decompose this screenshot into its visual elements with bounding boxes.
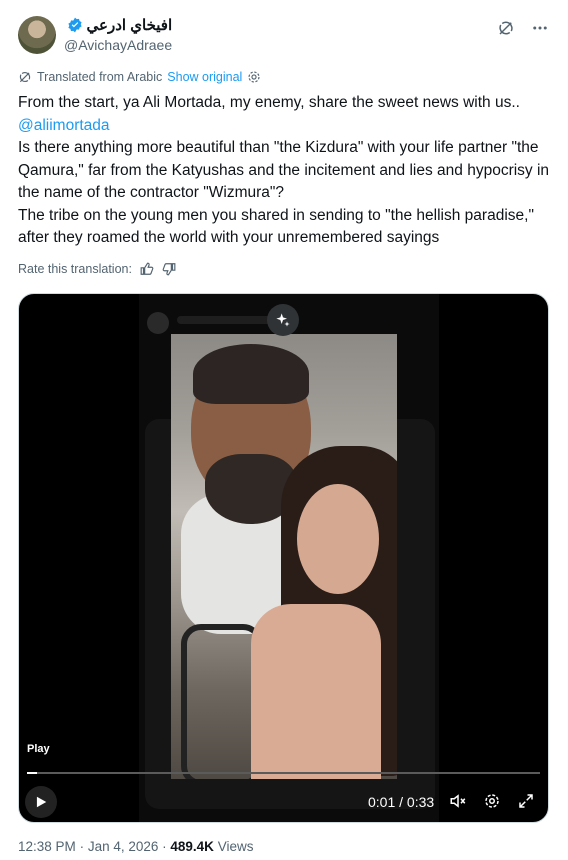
handle[interactable]: @AvichayAdraee (64, 37, 172, 53)
embedded-name-placeholder (177, 316, 277, 324)
settings-icon[interactable] (482, 791, 502, 811)
verified-badge-icon (67, 17, 82, 33)
video-time: 0:01 / 0:33 (368, 794, 435, 810)
tweet-text: From the start, ya Ali Mortada, my enemy… (18, 92, 550, 250)
views-label: Views (217, 839, 254, 854)
video-figure-2-body (251, 604, 381, 779)
video-figure-hair (193, 344, 309, 404)
more-icon[interactable] (530, 18, 550, 38)
tweet-line-2: Is there anything more beautiful than "t… (18, 139, 550, 201)
tweet-footer: 12:38 PM · Jan 4, 2026 · 489.4K Views (18, 839, 253, 854)
thumbs-up-icon[interactable] (140, 262, 154, 276)
header-actions (496, 18, 550, 38)
display-name[interactable]: افيخاي ادرعي (87, 16, 173, 34)
name-row: افيخاي ادرعي (64, 16, 172, 34)
translation-notice: Translated from Arabic Show original (18, 70, 261, 84)
video-controls (448, 791, 536, 811)
post-date[interactable]: Jan 4, 2026 (88, 839, 159, 854)
tweet-header: افيخاي ادرعي @AvichayAdraee (18, 14, 550, 58)
translated-label: Translated from Arabic (37, 70, 163, 84)
post-time[interactable]: 12:38 PM (18, 839, 76, 854)
video-frame (171, 334, 397, 779)
rate-translation: Rate this translation: (18, 262, 176, 276)
settings-gear-icon[interactable] (247, 70, 261, 84)
grok-icon[interactable] (496, 18, 516, 38)
translate-icon (19, 71, 31, 83)
show-original-link[interactable]: Show original (167, 70, 242, 84)
embedded-avatar (147, 312, 169, 334)
play-label: Play (27, 743, 50, 755)
volume-icon[interactable] (448, 791, 468, 811)
dot-separator: · (79, 839, 88, 854)
sparkle-icon[interactable] (267, 304, 299, 336)
tweet-line-3: The tribe on the young men you shared in… (18, 206, 534, 247)
play-icon (36, 796, 47, 808)
play-button[interactable] (25, 786, 57, 818)
rate-label: Rate this translation: (18, 262, 132, 276)
views-count: 489.4K (170, 839, 214, 854)
thumbs-down-icon[interactable] (162, 262, 176, 276)
avatar[interactable] (18, 16, 56, 54)
video-figure-2-face (297, 484, 379, 594)
video-player[interactable]: Play 0:01 / 0:33 (18, 293, 549, 823)
fullscreen-icon[interactable] (516, 791, 536, 811)
video-progress-bar[interactable] (27, 772, 540, 774)
video-progress-fill (27, 772, 38, 774)
tweet-line-1: From the start, ya Ali Mortada, my enemy… (18, 94, 520, 111)
author-names: افيخاي ادرعي @AvichayAdraee (64, 16, 172, 53)
mention-link[interactable]: @aliimortada (18, 115, 550, 138)
